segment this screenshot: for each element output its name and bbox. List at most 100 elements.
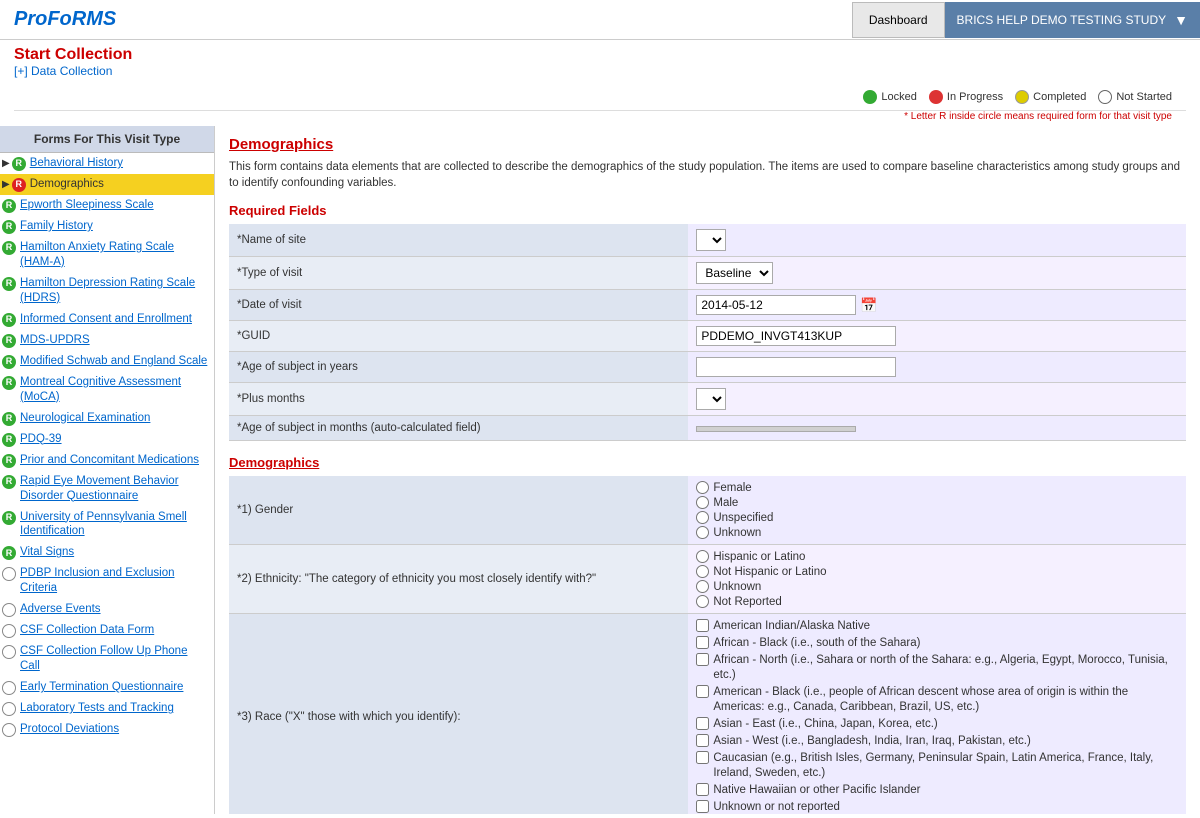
radio-option-0-1[interactable]: Male [696,496,1178,509]
calendar-icon[interactable]: 📅 [860,297,877,314]
sidebar-item-neuro-exam[interactable]: RNeurological Examination [0,408,214,429]
sidebar-link-protocol-deviations[interactable]: Protocol Deviations [20,722,119,737]
radio-option-1-0[interactable]: Hispanic or Latino [696,550,1178,563]
sidebar-item-csf-collection[interactable]: CSF Collection Data Form [0,620,214,641]
checkbox-input-2-1[interactable] [696,636,709,649]
checkbox-option-2-7[interactable]: Native Hawaiian or other Pacific Islande… [696,783,1178,798]
sidebar-link-behavioral-history[interactable]: Behavioral History [30,156,123,171]
sidebar-item-behavioral-history[interactable]: ▶RBehavioral History [0,153,214,174]
sidebar-item-moca[interactable]: RMontreal Cognitive Assessment (MoCA) [0,372,214,408]
sidebar-link-lab-tests[interactable]: Laboratory Tests and Tracking [20,701,174,716]
sidebar-link-informed-consent[interactable]: Informed Consent and Enrollment [20,312,192,327]
sidebar-link-schwab[interactable]: Modified Schwab and England Scale [20,354,207,369]
sidebar-link-moca[interactable]: Montreal Cognitive Assessment (MoCA) [20,375,210,405]
study-selector[interactable]: BRICS HELP DEMO TESTING STUDY ▼ [945,2,1200,38]
radio-input-1-0[interactable] [696,550,709,563]
sidebar-link-rem[interactable]: Rapid Eye Movement Behavior Disorder Que… [20,474,210,504]
sidebar-link-vital-signs[interactable]: Vital Signs [20,545,74,560]
sidebar-link-early-termination[interactable]: Early Termination Questionnaire [20,680,183,695]
field-control-3[interactable] [688,321,1186,352]
sidebar-item-early-termination[interactable]: Early Termination Questionnaire [0,677,214,698]
radio-input-1-1[interactable] [696,565,709,578]
radio-option-0-3[interactable]: Unknown [696,526,1178,539]
sidebar-item-family-history[interactable]: RFamily History [0,216,214,237]
checkbox-input-2-7[interactable] [696,783,709,796]
checkbox-input-2-8[interactable] [696,800,709,813]
sidebar-item-pdq39[interactable]: RPDQ-39 [0,429,214,450]
checkbox-input-2-2[interactable] [696,653,709,666]
radio-input-0-3[interactable] [696,526,709,539]
sidebar-link-adverse-events[interactable]: Adverse Events [20,602,101,617]
field-control-0[interactable] [688,224,1186,257]
data-collection-link[interactable]: [+] Data Collection [14,64,112,78]
sidebar-link-neuro-exam[interactable]: Neurological Examination [20,411,150,426]
radio-option-0-2[interactable]: Unspecified [696,511,1178,524]
select-5[interactable] [696,388,726,410]
sidebar-link-prior-concomitant[interactable]: Prior and Concomitant Medications [20,453,199,468]
checkbox-option-2-3[interactable]: American - Black (i.e., people of Africa… [696,685,1178,715]
checkbox-option-2-2[interactable]: African - North (i.e., Sahara or north o… [696,653,1178,683]
sidebar-item-adverse-events[interactable]: Adverse Events [0,599,214,620]
type-of-visit-select[interactable]: Baseline [696,262,773,284]
radio-option-1-1[interactable]: Not Hispanic or Latino [696,565,1178,578]
sidebar-item-epworth[interactable]: REpworth Sleepiness Scale [0,195,214,216]
sidebar-item-hamilton-depression[interactable]: RHamilton Depression Rating Scale (HDRS) [0,273,214,309]
question-options-1[interactable]: Hispanic or Latino Not Hispanic or Latin… [688,545,1186,614]
sidebar-item-prior-concomitant[interactable]: RPrior and Concomitant Medications [0,450,214,471]
sidebar-item-mds-updrs[interactable]: RMDS-UPDRS [0,330,214,351]
sidebar-item-vital-signs[interactable]: RVital Signs [0,542,214,563]
sidebar-item-csf-followup[interactable]: CSF Collection Follow Up Phone Call [0,641,214,677]
sidebar-item-demographics[interactable]: ▶RDemographics [0,174,214,195]
checkbox-option-2-6[interactable]: Caucasian (e.g., British Isles, Germany,… [696,751,1178,781]
sidebar-item-informed-consent[interactable]: RInformed Consent and Enrollment [0,309,214,330]
checkbox-input-2-0[interactable] [696,619,709,632]
checkbox-input-2-6[interactable] [696,751,709,764]
sidebar-link-upenn-smell[interactable]: University of Pennsylvania Smell Identif… [20,510,210,540]
radio-input-0-0[interactable] [696,481,709,494]
date-input[interactable] [696,295,856,315]
question-options-2[interactable]: American Indian/Alaska Native African - … [688,614,1186,814]
sidebar-item-schwab[interactable]: RModified Schwab and England Scale [0,351,214,372]
checkbox-option-2-4[interactable]: Asian - East (i.e., China, Japan, Korea,… [696,717,1178,732]
sidebar-link-epworth[interactable]: Epworth Sleepiness Scale [20,198,154,213]
radio-input-0-2[interactable] [696,511,709,524]
legend-note: * Letter R inside circle means required … [14,111,1186,126]
sidebar-link-family-history[interactable]: Family History [20,219,93,234]
sidebar-item-protocol-deviations[interactable]: Protocol Deviations [0,719,214,740]
radio-input-1-3[interactable] [696,595,709,608]
sidebar-item-upenn-smell[interactable]: RUniversity of Pennsylvania Smell Identi… [0,507,214,543]
checkbox-option-2-5[interactable]: Asian - West (i.e., Bangladesh, India, I… [696,734,1178,749]
sidebar-link-pdq39[interactable]: PDQ-39 [20,432,62,447]
sidebar-link-pdbp-inclusion[interactable]: PDBP Inclusion and Exclusion Criteria [20,566,210,596]
field-control-6[interactable] [688,416,1186,441]
checkbox-input-2-4[interactable] [696,717,709,730]
checkbox-input-2-5[interactable] [696,734,709,747]
text-input-3[interactable] [696,326,896,346]
text-input-4[interactable] [696,357,896,377]
sidebar-item-pdbp-inclusion[interactable]: PDBP Inclusion and Exclusion Criteria [0,563,214,599]
field-control-2[interactable]: 📅 [688,290,1186,321]
radio-option-1-3[interactable]: Not Reported [696,595,1178,608]
field-control-4[interactable] [688,352,1186,383]
radio-input-1-2[interactable] [696,580,709,593]
sidebar-link-hamilton-depression[interactable]: Hamilton Depression Rating Scale (HDRS) [20,276,210,306]
sidebar-item-lab-tests[interactable]: Laboratory Tests and Tracking [0,698,214,719]
dashboard-button[interactable]: Dashboard [852,2,945,38]
checkbox-option-2-1[interactable]: African - Black (i.e., south of the Saha… [696,636,1178,651]
checkbox-input-2-3[interactable] [696,685,709,698]
field-control-5[interactable] [688,383,1186,416]
sidebar-link-hamilton-anxiety[interactable]: Hamilton Anxiety Rating Scale (HAM-A) [20,240,210,270]
checkbox-option-2-0[interactable]: American Indian/Alaska Native [696,619,1178,634]
sidebar-link-csf-followup[interactable]: CSF Collection Follow Up Phone Call [20,644,210,674]
question-options-0[interactable]: Female Male Unspecified Unknown [688,476,1186,545]
field-control-1[interactable]: Baseline [688,257,1186,290]
radio-option-0-0[interactable]: Female [696,481,1178,494]
checkbox-option-2-8[interactable]: Unknown or not reported [696,800,1178,815]
sidebar-link-mds-updrs[interactable]: MDS-UPDRS [20,333,90,348]
radio-option-1-2[interactable]: Unknown [696,580,1178,593]
sidebar-item-hamilton-anxiety[interactable]: RHamilton Anxiety Rating Scale (HAM-A) [0,237,214,273]
select-0[interactable] [696,229,726,251]
sidebar-item-rem[interactable]: RRapid Eye Movement Behavior Disorder Qu… [0,471,214,507]
sidebar-link-csf-collection[interactable]: CSF Collection Data Form [20,623,154,638]
radio-input-0-1[interactable] [696,496,709,509]
